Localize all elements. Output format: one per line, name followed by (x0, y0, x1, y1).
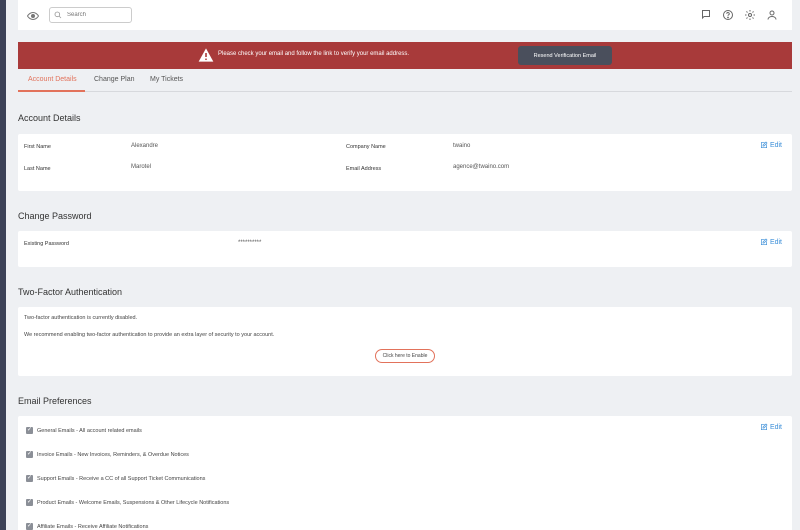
pref-affiliate-emails[interactable]: ✓ Affiliate Emails - Receive Affiliate N… (26, 523, 148, 530)
pref-label: Product Emails - Welcome Emails, Suspens… (37, 499, 230, 506)
resend-verification-button[interactable]: Resend Verification Email (518, 46, 612, 65)
checkbox-checked[interactable]: ✓ (26, 523, 33, 530)
help-icon[interactable] (722, 8, 734, 20)
edit-password-button[interactable]: Edit (760, 238, 782, 246)
pref-label: Invoice Emails - New Invoices, Reminders… (37, 451, 189, 458)
edit-icon (760, 423, 768, 430)
user-icon[interactable] (766, 8, 778, 20)
pref-product-emails[interactable]: ✓ Product Emails - Welcome Emails, Suspe… (26, 499, 229, 506)
warning-icon (198, 47, 214, 63)
email-address-value: agence@twaino.com (453, 164, 510, 170)
checkbox-checked[interactable]: ✓ (26, 499, 33, 506)
last-name-label: Last Name (24, 166, 51, 172)
edit-label: Edit (769, 141, 782, 149)
tab-change-plan[interactable]: Change Plan (94, 76, 134, 83)
change-password-title: Change Password (18, 211, 92, 221)
checkbox-checked[interactable]: ✓ (26, 475, 33, 482)
search-box[interactable] (49, 7, 132, 23)
edit-email-preferences-button[interactable]: Edit (760, 423, 782, 431)
edit-label: Edit (769, 423, 782, 431)
search-input[interactable] (67, 12, 132, 18)
eye-icon[interactable] (26, 9, 40, 21)
pref-general-emails[interactable]: ✓ General Emails - All account related e… (26, 427, 142, 434)
last-name-value: Marotel (131, 164, 152, 170)
left-rail (0, 0, 6, 530)
existing-password-label: Existing Password (24, 241, 69, 247)
checkbox-checked[interactable]: ✓ (26, 427, 33, 434)
tabs: Account Details Change Plan My Tickets (18, 70, 792, 92)
top-icons (700, 8, 778, 20)
account-details-card: First Name Alexandre Company Name twaino… (18, 134, 792, 191)
flag-icon[interactable] (700, 8, 712, 20)
enable-two-factor-button[interactable]: Click here to Enable (375, 349, 435, 363)
edit-icon (760, 141, 768, 148)
account-details-title: Account Details (18, 113, 81, 123)
company-name-value: twaino (453, 143, 471, 149)
company-name-label: Company Name (346, 144, 386, 150)
edit-account-button[interactable]: Edit (760, 141, 782, 149)
pref-label: Affiliate Emails - Receive Affiliate Not… (37, 523, 149, 530)
tab-account-details[interactable]: Account Details (28, 76, 77, 83)
first-name-label: First Name (24, 144, 51, 150)
pref-support-emails[interactable]: ✓ Support Emails - Receive a CC of all S… (26, 475, 205, 482)
first-name-value: Alexandre (131, 143, 159, 149)
two-factor-recommend-text: We recommend enabling two-factor authent… (24, 332, 275, 338)
two-factor-card: Two-factor authentication is currently d… (18, 307, 792, 376)
alert-message: Please check your email and follow the l… (218, 51, 410, 57)
edit-label: Edit (769, 238, 782, 246)
email-address-label: Email Address (346, 166, 382, 172)
two-factor-status-text: Two-factor authentication is currently d… (24, 315, 138, 321)
two-factor-title: Two-Factor Authentication (18, 287, 123, 297)
checkbox-checked[interactable]: ✓ (26, 451, 33, 458)
pref-invoice-emails[interactable]: ✓ Invoice Emails - New Invoices, Reminde… (26, 451, 189, 458)
top-bar (18, 0, 792, 30)
email-preferences-card: Edit ✓ General Emails - All account rela… (18, 416, 792, 530)
email-preferences-title: Email Preferences (18, 396, 92, 406)
tab-my-tickets[interactable]: My Tickets (150, 76, 183, 83)
change-password-card: Existing Password ********** Edit (18, 231, 792, 267)
pref-label: General Emails - All account related ema… (37, 427, 142, 434)
existing-password-value: ********** (238, 240, 262, 246)
edit-icon (760, 238, 768, 245)
search-icon (54, 11, 62, 19)
active-tab-indicator (18, 90, 85, 92)
gear-icon[interactable] (744, 8, 756, 20)
verify-email-alert: Please check your email and follow the l… (18, 42, 792, 69)
pref-label: Support Emails - Receive a CC of all Sup… (37, 475, 206, 482)
